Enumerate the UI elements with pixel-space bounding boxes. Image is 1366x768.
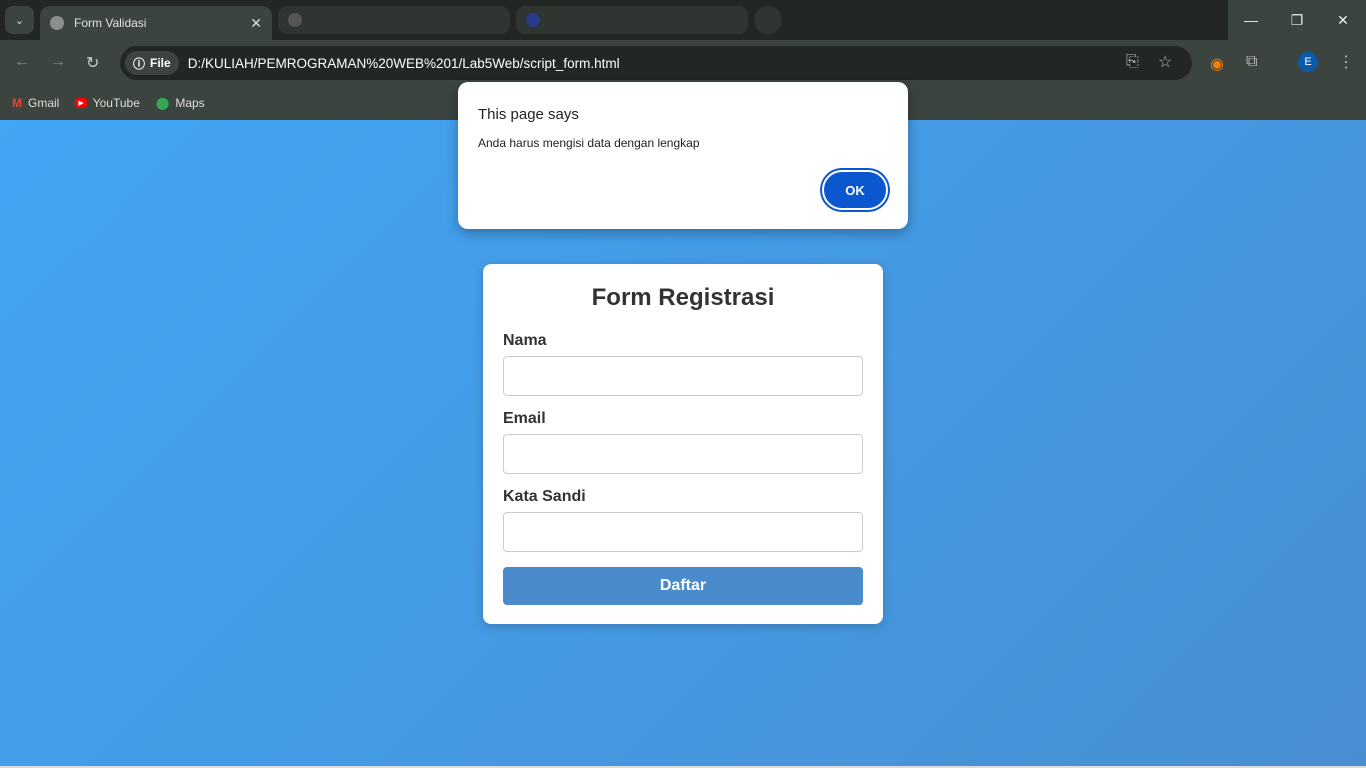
url-text[interactable]: D:/KULIAH/PEMROGRAMAN%20WEB%201/Lab5Web/… — [188, 56, 620, 71]
gmail-icon: M — [12, 96, 22, 110]
bookmark-label: Maps — [175, 96, 205, 110]
menu-icon[interactable]: ⋮ — [1338, 52, 1354, 72]
restore-button[interactable]: ❐ — [1274, 0, 1320, 40]
back-icon[interactable]: ← — [14, 53, 30, 71]
close-window-button[interactable]: ✕ — [1320, 0, 1366, 40]
forward-icon[interactable]: → — [50, 53, 66, 71]
tab-other[interactable] — [516, 6, 748, 34]
address-bar[interactable]: ⓘ File D:/KULIAH/PEMROGRAMAN%20WEB%201/La… — [120, 46, 1192, 80]
bookmark-gmail[interactable]: M Gmail — [12, 96, 59, 110]
extension-icon[interactable]: ◉ — [1210, 54, 1224, 74]
reload-icon[interactable]: ↻ — [86, 53, 99, 73]
dialog-message: Anda harus mengisi data dengan lengkap — [478, 136, 700, 150]
translate-icon[interactable]: ⎘ — [1126, 53, 1139, 71]
password-label: Kata Sandi — [503, 488, 586, 505]
site-info-chip[interactable]: ⓘ File — [125, 51, 179, 75]
ok-button[interactable]: OK — [822, 170, 888, 210]
github-icon — [288, 13, 302, 27]
tab-search-button[interactable]: ⌄ — [5, 6, 34, 34]
extensions-puzzle-icon[interactable]: ⧉ — [1246, 53, 1257, 71]
email-label: Email — [503, 410, 546, 427]
close-tab-icon[interactable]: ✕ — [250, 15, 262, 32]
daftar-button[interactable]: Daftar — [503, 567, 863, 605]
minimize-button[interactable]: — — [1228, 0, 1274, 40]
new-tab-button[interactable] — [754, 6, 782, 34]
password-input[interactable] — [503, 512, 863, 552]
youtube-icon: ▶ — [75, 98, 87, 108]
maps-pin-icon: ⬤ — [155, 96, 170, 110]
tab-form-validasi[interactable]: Form Validasi ✕ — [40, 6, 272, 40]
nama-label: Nama — [503, 332, 547, 349]
alert-dialog: This page says Anda harus mengisi data d… — [458, 82, 908, 229]
bookmark-label: Gmail — [28, 96, 60, 110]
bookmark-star-icon[interactable]: ☆ — [1158, 52, 1172, 72]
bookmark-label: YouTube — [92, 96, 140, 110]
profile-avatar[interactable]: E — [1298, 52, 1318, 72]
bookmark-maps[interactable]: ⬤ Maps — [156, 96, 205, 110]
file-label: File — [150, 56, 171, 70]
registration-form: Form Registrasi Nama Email Kata Sandi Da… — [483, 264, 883, 624]
tab-bar: ⌄ Form Validasi ✕ — ❐ ✕ — [0, 0, 1366, 40]
tab-github[interactable] — [278, 6, 510, 34]
email-input[interactable] — [503, 434, 863, 474]
nama-input[interactable] — [503, 356, 863, 396]
tab-title: Form Validasi — [74, 16, 147, 30]
dialog-title: This page says — [478, 106, 579, 123]
globe-icon — [50, 16, 64, 30]
form-title: Form Registrasi — [591, 284, 775, 311]
site-icon — [526, 13, 540, 27]
info-icon: ⓘ — [133, 56, 146, 71]
bookmark-youtube[interactable]: ▶ YouTube — [75, 96, 140, 110]
toolbar: ← → ↻ ⓘ File D:/KULIAH/PEMROGRAMAN%20WEB%… — [0, 40, 1366, 86]
